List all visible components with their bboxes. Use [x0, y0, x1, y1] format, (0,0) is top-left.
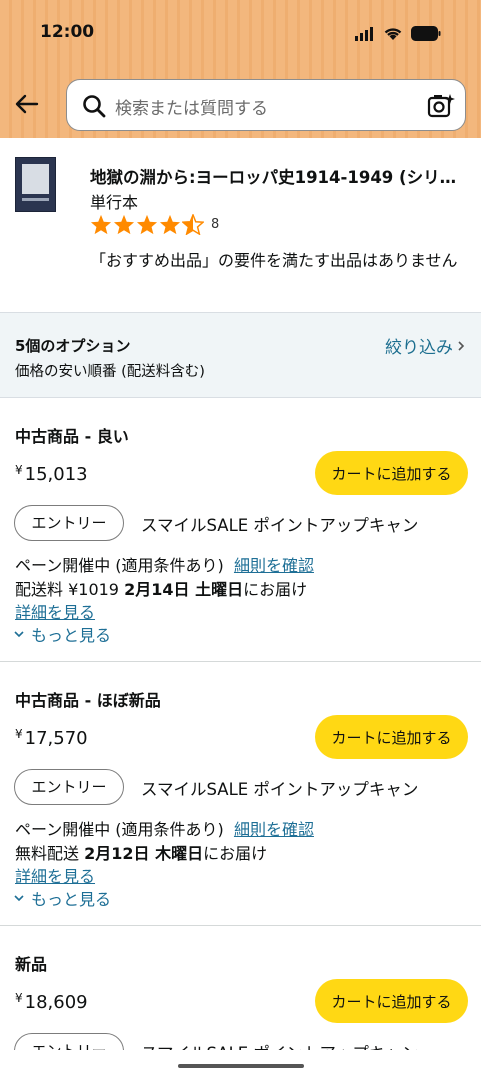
featured-offer-note: 「おすすめ出品」の要件を満たす出品はありません: [90, 251, 458, 270]
price-value: 17,570: [24, 728, 88, 749]
see-more-label: もっと見る: [31, 890, 112, 909]
options-bar: 5個のオプション 価格の安い順番 (配送料含む) 絞り込み: [0, 312, 481, 398]
options-count: 5個のオプション: [15, 337, 131, 355]
thumbnail-cover-bar: [22, 198, 49, 201]
price-value: 18,609: [24, 992, 88, 1013]
home-indicator[interactable]: [178, 1064, 304, 1068]
offer-card: 中古商品 - ほぼ新品 ¥17,570 カートに追加する エントリー スマイルS…: [0, 662, 481, 925]
product-thumbnail[interactable]: [15, 157, 56, 212]
promo-text-line2: ペーン開催中 (適用条件あり): [15, 820, 224, 839]
offer-condition: 新品: [15, 955, 48, 974]
shipping-fee: 配送料 ¥1019: [15, 580, 119, 599]
delivery-suffix: にお届け: [203, 844, 268, 863]
star-rating[interactable]: 8: [90, 214, 219, 235]
product-title[interactable]: 地獄の淵から:ヨーロッパ史1914-1949 (シリーズ近現代ヨーロッパ史): [90, 164, 468, 188]
battery-icon: [411, 26, 441, 41]
star-icon: [113, 214, 135, 235]
promo-text-line2: ペーン開催中 (適用条件あり): [15, 556, 224, 575]
product-format: 単行本: [90, 193, 139, 212]
chevron-down-icon: [14, 631, 24, 638]
wifi-icon: [384, 28, 402, 40]
delivery-info: 配送料 ¥1019 2月14日 土曜日にお届け: [15, 576, 307, 600]
add-to-cart-button[interactable]: カートに追加する: [315, 979, 468, 1023]
promo-text: スマイルSALE ポイントアップキャン: [141, 780, 419, 799]
add-to-cart-button[interactable]: カートに追加する: [315, 715, 468, 759]
entry-button[interactable]: エントリー: [14, 505, 124, 541]
promo-text: スマイルSALE ポイントアップキャン: [141, 1040, 418, 1050]
promo-text-cont: ペーン開催中 (適用条件あり) 細則を確認: [15, 552, 314, 576]
offer-card: 新品 ¥18,609 カートに追加する エントリー スマイルSALE ポイントア…: [0, 926, 481, 1050]
delivery-info: 無料配送 2月12日 木曜日にお届け: [15, 840, 267, 864]
delivery-suffix: にお届け: [243, 580, 308, 599]
promo-text: スマイルSALE ポイントアップキャン: [141, 516, 419, 535]
shipping-fee: 無料配送: [15, 844, 80, 863]
currency-symbol: ¥: [15, 991, 23, 1005]
offer-price: ¥18,609: [15, 991, 88, 1013]
signal-icon: [355, 26, 373, 41]
rating-count: 8: [211, 217, 220, 232]
filter-button[interactable]: 絞り込み: [385, 333, 465, 358]
offer-price: ¥17,570: [15, 727, 88, 749]
details-link[interactable]: 詳細を見る: [15, 863, 95, 887]
filter-label: 絞り込み: [385, 338, 453, 358]
half-star-icon: [182, 214, 204, 235]
terms-link[interactable]: 細則を確認: [234, 820, 314, 839]
offer-price: ¥15,013: [15, 463, 88, 485]
camera-lens-icon[interactable]: [427, 92, 455, 120]
promo-text-cont: ペーン開催中 (適用条件あり) 細則を確認: [15, 816, 314, 840]
price-value: 15,013: [24, 464, 88, 485]
offer-card: 中古商品 - 良い ¥15,013 カートに追加する エントリー スマイルSAL…: [0, 398, 481, 661]
chevron-down-icon: [14, 895, 24, 902]
back-arrow-icon[interactable]: [13, 90, 41, 118]
status-time: 12:00: [40, 22, 95, 42]
see-more-toggle[interactable]: もっと見る: [13, 622, 111, 646]
search-icon: [83, 95, 106, 118]
see-more-label: もっと見る: [31, 626, 112, 645]
product-summary: 地獄の淵から:ヨーロッパ史1914-1949 (シリーズ近現代ヨーロッパ史) 単…: [0, 138, 481, 312]
status-icons: [355, 26, 441, 41]
sort-order-label: 価格の安い順番 (配送料含む): [15, 364, 205, 380]
offer-condition: 中古商品 - 良い: [15, 427, 129, 446]
entry-button[interactable]: エントリー: [14, 769, 124, 805]
currency-symbol: ¥: [15, 727, 23, 741]
star-icon: [159, 214, 181, 235]
app-header: 12:00 検索または質問する: [0, 0, 481, 138]
search-bar[interactable]: 検索または質問する: [66, 79, 466, 131]
delivery-date: 2月14日 土曜日: [124, 580, 244, 599]
offer-condition: 中古商品 - ほぼ新品: [15, 691, 161, 710]
terms-link[interactable]: 細則を確認: [234, 556, 314, 575]
thumbnail-cover-panel: [22, 164, 49, 194]
star-icon: [90, 214, 112, 235]
chevron-right-icon: [458, 340, 465, 351]
currency-symbol: ¥: [15, 463, 23, 477]
details-link[interactable]: 詳細を見る: [15, 599, 95, 623]
star-icon: [136, 214, 158, 235]
add-to-cart-button[interactable]: カートに追加する: [315, 451, 468, 495]
entry-button[interactable]: エントリー: [14, 1033, 124, 1050]
delivery-date: 2月12日 木曜日: [84, 844, 204, 863]
see-more-toggle[interactable]: もっと見る: [13, 886, 111, 910]
search-placeholder: 検索または質問する: [115, 99, 268, 119]
